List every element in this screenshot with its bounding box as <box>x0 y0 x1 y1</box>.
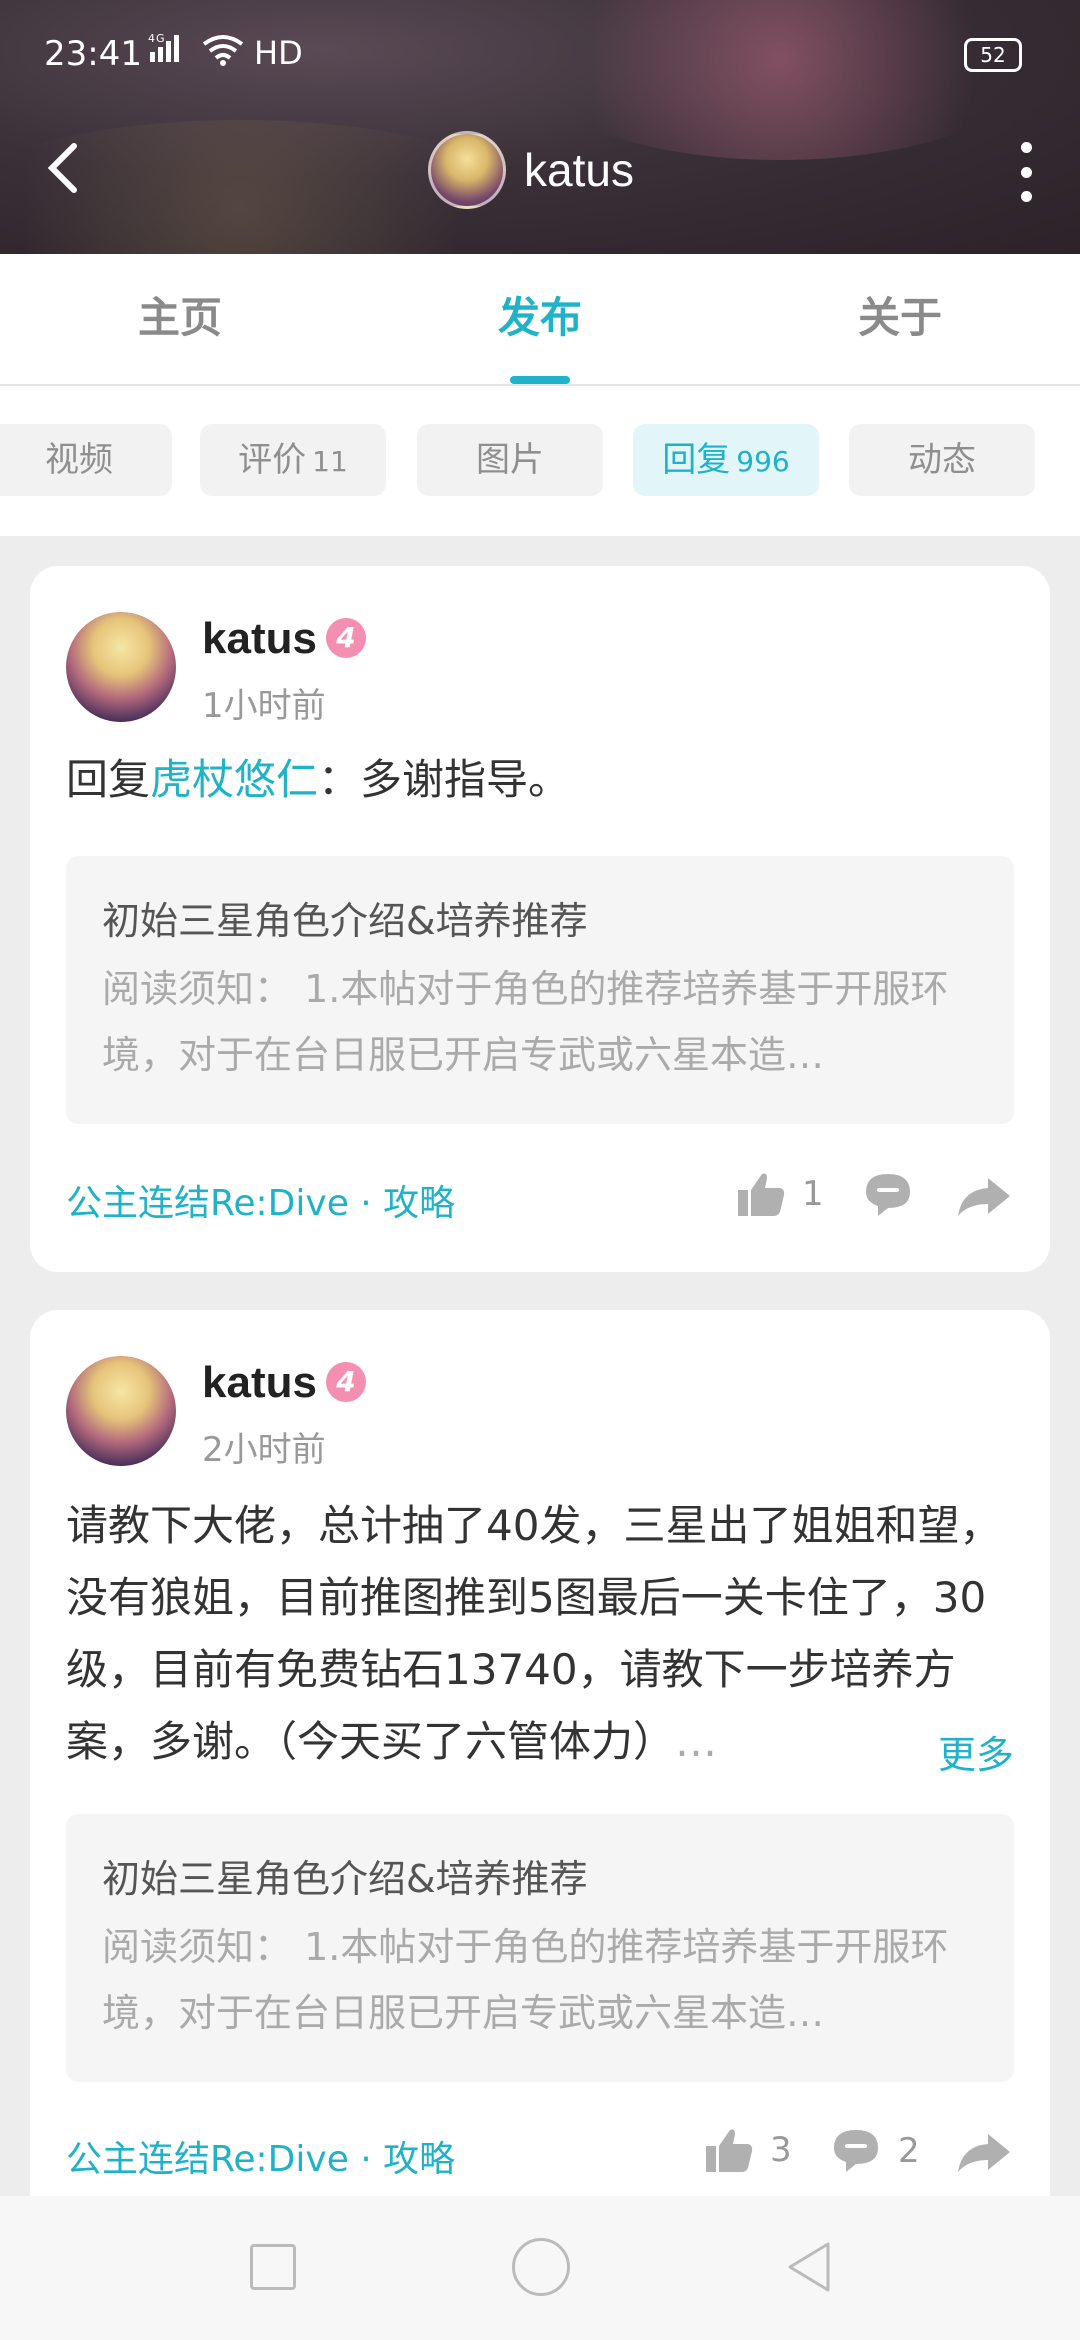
back-button[interactable] <box>44 138 84 198</box>
expand-more-link[interactable]: 更多 <box>938 1724 1014 1779</box>
avatar[interactable] <box>428 131 506 209</box>
mention-link[interactable]: 虎杖悠仁 <box>150 755 318 804</box>
wifi-icon <box>202 34 244 75</box>
chip-replies[interactable]: 回复 996 <box>633 424 819 496</box>
profile-tabs: 主页 发布 关于 <box>0 254 1080 386</box>
ellipsis: … <box>675 1717 718 1766</box>
profile-header: 23:41 4G HD 52 katus <box>0 0 1080 254</box>
like-count: 3 <box>770 2130 792 2170</box>
author-name[interactable]: katus <box>202 614 317 664</box>
author-name[interactable]: katus <box>202 1358 317 1408</box>
comment-count: 2 <box>898 2131 920 2171</box>
like-button[interactable]: 1 <box>736 1170 824 1218</box>
like-count: 1 <box>802 1174 824 1214</box>
title-bar: katus <box>0 120 1080 220</box>
share-icon <box>958 2134 1010 2172</box>
avatar[interactable] <box>66 612 176 722</box>
level-badge: 4 <box>326 1362 366 1402</box>
chip-label: 视频 <box>45 440 113 480</box>
post-body[interactable]: 回复虎杖悠仁：多谢指导。 <box>66 744 1014 816</box>
system-nav-bar <box>0 2196 1080 2340</box>
quote-description: 阅读须知： 1.本帖对于角色的推荐培养基于开服环境，对于在台日服已开启专武或六星… <box>102 1925 949 2035</box>
comment-button[interactable] <box>862 1170 914 1220</box>
tab-indicator <box>510 376 570 384</box>
chip-activity[interactable]: 动态 <box>849 424 1035 496</box>
post-card[interactable]: katus 4 2小时前 请教下大佬，总计抽了40发，三星出了姐姐和望，没有狼姐… <box>30 1310 1050 2230</box>
signal-icon: 4G <box>148 30 188 72</box>
profile-title: katus <box>428 130 634 210</box>
comment-button[interactable]: 2 <box>830 2126 920 2176</box>
comment-icon <box>866 1174 910 1216</box>
chip-label: 评价 <box>238 440 307 480</box>
chip-count: 996 <box>736 445 790 478</box>
nav-back-icon[interactable] <box>784 2240 834 2294</box>
chip-reviews[interactable]: 评价 11 <box>200 424 386 496</box>
quote-title: 初始三星角色介绍&培养推荐 <box>102 899 588 943</box>
post-time: 1小时前 <box>202 686 326 726</box>
chip-label: 回复 <box>662 440 731 480</box>
avatar[interactable] <box>66 1356 176 1466</box>
chip-video[interactable]: 视频 <box>0 424 172 496</box>
nav-circle-icon[interactable] <box>512 2238 570 2296</box>
battery-icon: 52 <box>964 38 1022 72</box>
chip-images[interactable]: 图片 <box>417 424 603 496</box>
thumb-up-icon <box>706 2129 753 2172</box>
tab-posts[interactable]: 发布 <box>440 284 640 345</box>
back-icon <box>47 143 77 193</box>
tab-home[interactable]: 主页 <box>80 284 280 345</box>
game-tag[interactable]: 公主连结Re:Dive · 攻略 <box>66 2130 455 2182</box>
chip-count: 11 <box>312 445 348 478</box>
page-title: katus <box>524 144 634 196</box>
quoted-article[interactable]: 初始三星角色介绍&培养推荐 阅读须知： 1.本帖对于角色的推荐培养基于开服环境，… <box>66 856 1014 1124</box>
more-vert-icon <box>1020 142 1032 153</box>
signal-label: 4G <box>148 32 166 45</box>
quoted-article[interactable]: 初始三星角色介绍&培养推荐 阅读须知： 1.本帖对于角色的推荐培养基于开服环境，… <box>66 1814 1014 2082</box>
comment-icon <box>834 2130 878 2172</box>
reply-prefix: 回复 <box>66 755 151 804</box>
game-tag[interactable]: 公主连结Re:Dive · 攻略 <box>66 1174 455 1226</box>
quote-description: 阅读须知： 1.本帖对于角色的推荐培养基于开服环境，对于在台日服已开启专武或六星… <box>102 967 949 1077</box>
post-card[interactable]: katus 4 1小时前 回复虎杖悠仁：多谢指导。 初始三星角色介绍&培养推荐 … <box>30 566 1050 1272</box>
chip-label: 图片 <box>476 440 544 480</box>
thumb-up-icon <box>738 1173 785 1216</box>
quote-title: 初始三星角色介绍&培养推荐 <box>102 1857 588 1901</box>
share-button[interactable] <box>956 1174 1012 1218</box>
post-text: ：多谢指导。 <box>318 755 571 804</box>
network-label: HD <box>254 34 303 72</box>
tab-about[interactable]: 关于 <box>800 284 1000 345</box>
level-badge: 4 <box>326 618 366 658</box>
post-time: 2小时前 <box>202 1430 326 1470</box>
post-text: 请教下大佬，总计抽了40发，三星出了姐姐和望，没有狼姐，目前推图推到5图最后一关… <box>66 1501 1002 1766</box>
share-icon <box>958 1178 1010 1216</box>
post-body[interactable]: 请教下大佬，总计抽了40发，三星出了姐姐和望，没有狼姐，目前推图推到5图最后一关… <box>66 1490 1014 1778</box>
chip-label: 动态 <box>908 440 976 480</box>
status-time: 23:41 <box>44 34 142 74</box>
like-button[interactable]: 3 <box>704 2126 792 2174</box>
filter-chips: 视频 评价 11 图片 回复 996 动态 <box>0 386 1080 536</box>
nav-square-icon[interactable] <box>250 2244 296 2290</box>
share-button[interactable] <box>956 2130 1012 2174</box>
more-options-button[interactable] <box>1016 142 1036 202</box>
status-bar: 23:41 4G HD 52 <box>44 30 1036 80</box>
